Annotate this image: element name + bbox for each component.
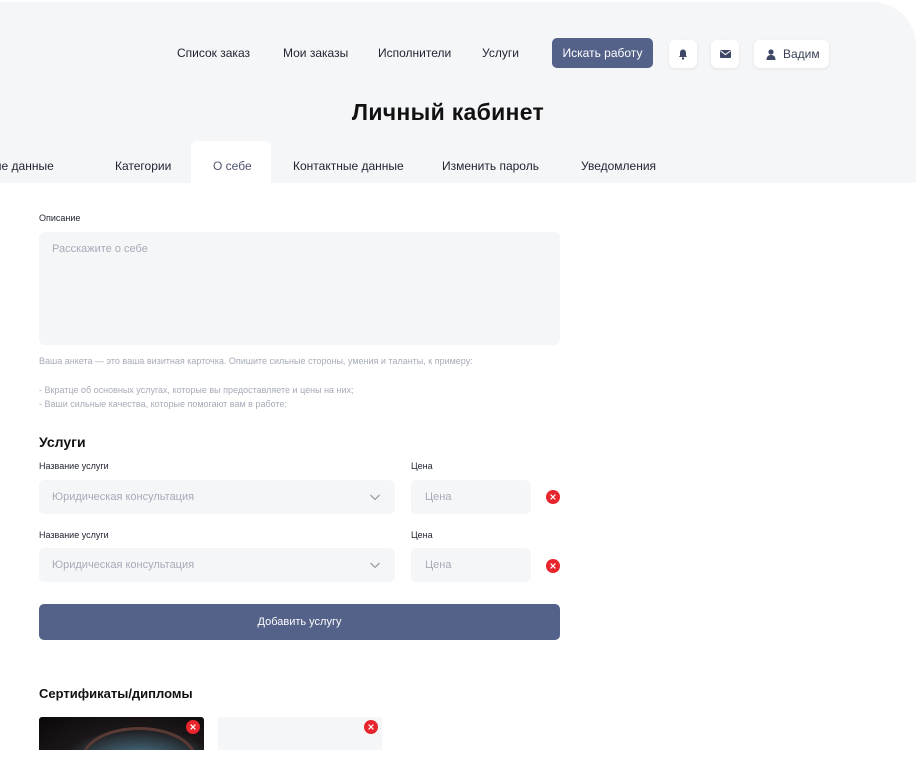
user-menu-button[interactable]: Вадим: [754, 40, 829, 68]
tab-contacts[interactable]: Контактные данные: [293, 159, 404, 173]
tab-about-me[interactable]: О себе: [213, 159, 252, 173]
tab-categories[interactable]: Категории: [115, 159, 171, 173]
service-price-placeholder: Цена: [425, 491, 452, 503]
header-area: [0, 2, 916, 183]
remove-certificate-button[interactable]: [186, 720, 200, 734]
close-icon: [190, 724, 196, 730]
tab-change-password[interactable]: Изменить пароль: [442, 159, 539, 173]
certificate-placeholder[interactable]: [218, 717, 382, 750]
service-name-select[interactable]: Юридическая консультация: [39, 548, 395, 582]
search-work-button[interactable]: Искать работу: [552, 38, 653, 68]
certificate-image[interactable]: [39, 717, 204, 750]
remove-service-button[interactable]: [546, 559, 560, 573]
chevron-down-icon: [370, 562, 380, 569]
tab-notifications[interactable]: Уведомления: [581, 159, 656, 173]
service-name-value: Юридическая консультация: [52, 491, 195, 503]
remove-certificate-button[interactable]: [364, 720, 378, 734]
nav-link-my-orders[interactable]: Мои заказы: [283, 46, 348, 60]
nav-link-services[interactable]: Услуги: [482, 46, 519, 60]
certificate-photo-detail: [81, 727, 197, 750]
bell-icon: [679, 49, 687, 60]
close-icon: [550, 563, 556, 569]
close-icon: [368, 724, 374, 730]
nav-link-performers[interactable]: Исполнители: [378, 46, 451, 60]
service-name-label: Название услуги: [39, 461, 109, 471]
add-service-button[interactable]: Добавить услугу: [39, 604, 560, 640]
tab-personal-data[interactable]: ьные данные: [0, 159, 54, 173]
service-price-input[interactable]: Цена: [411, 480, 531, 514]
description-textarea[interactable]: Расскажите о себе: [39, 232, 560, 345]
service-price-label: Цена: [411, 461, 433, 471]
service-name-value: Юридическая консультация: [52, 559, 195, 571]
description-hint-line3: - Ваши сильные качества, которые помогаю…: [39, 399, 287, 409]
service-name-label: Название услуги: [39, 530, 109, 540]
description-placeholder: Расскажите о себе: [52, 243, 148, 255]
service-price-input[interactable]: Цена: [411, 548, 531, 582]
service-name-select[interactable]: Юридическая консультация: [39, 480, 395, 514]
app-frame: Список заказ Мои заказы Исполнители Услу…: [0, 2, 916, 750]
messages-button[interactable]: [711, 40, 739, 68]
notifications-button[interactable]: [669, 40, 697, 68]
page-title: Личный кабинет: [351, 99, 545, 125]
service-price-placeholder: Цена: [425, 559, 452, 571]
certificates-title: Сертификаты/дипломы: [39, 686, 193, 701]
close-icon: [550, 494, 556, 500]
user-name: Вадим: [783, 47, 820, 61]
services-title: Услуги: [39, 434, 86, 450]
mail-icon: [719, 50, 731, 58]
description-label: Описание: [39, 213, 81, 223]
description-hint-line2: - Вкратце об основных услугах, которые в…: [39, 385, 354, 395]
user-icon: [766, 48, 776, 60]
service-price-label: Цена: [411, 530, 433, 540]
remove-service-button[interactable]: [546, 490, 560, 504]
nav-link-orders-list[interactable]: Список заказ: [177, 46, 250, 60]
description-hint-line1: Ваша анкета — это ваша визитная карточка…: [39, 356, 473, 366]
chevron-down-icon: [370, 494, 380, 501]
